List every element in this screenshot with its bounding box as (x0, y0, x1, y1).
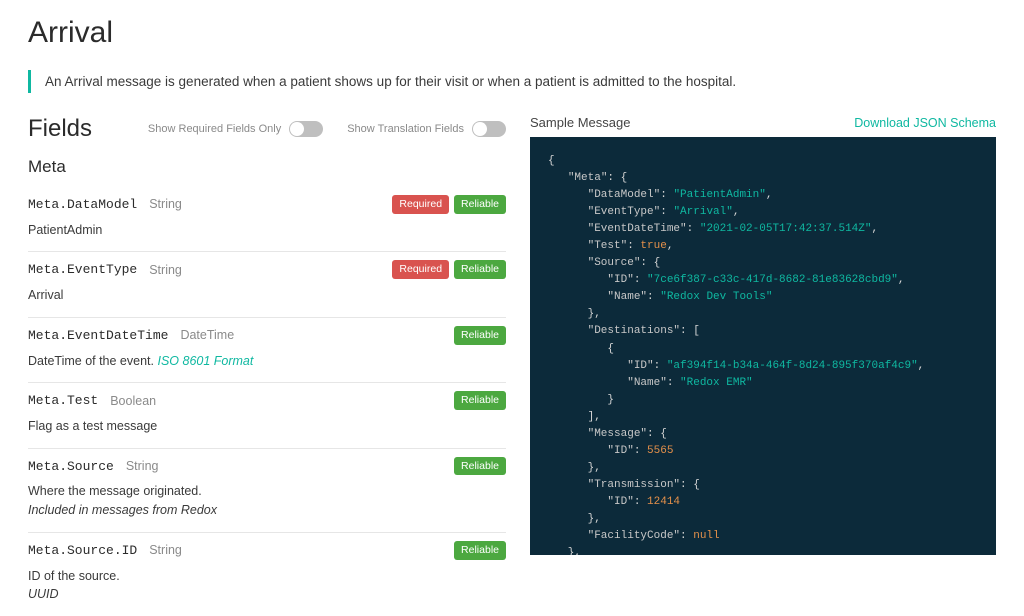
iso8601-link[interactable]: ISO 8601 Format (157, 354, 253, 368)
field-row: Meta.Test Boolean Reliable Flag as a tes… (28, 383, 506, 448)
field-type: String (149, 197, 182, 211)
field-name: Meta.Source (28, 459, 114, 474)
field-type: Boolean (110, 394, 156, 408)
reliable-badge: Reliable (454, 326, 506, 345)
field-description: DateTime of the event. ISO 8601 Format (28, 352, 506, 371)
field-type: String (126, 459, 159, 473)
field-description: Arrival (28, 286, 506, 305)
page-title: Arrival (28, 16, 996, 50)
field-description: ID of the source. UUID (28, 567, 506, 605)
field-name: Meta.DataModel (28, 197, 137, 212)
field-name: Meta.EventType (28, 262, 137, 277)
reliable-badge: Reliable (454, 457, 506, 476)
field-row: Meta.EventDateTime DateTime Reliable Dat… (28, 318, 506, 383)
field-name: Meta.Test (28, 393, 98, 408)
reliable-badge: Reliable (454, 195, 506, 214)
download-json-schema-link[interactable]: Download JSON Schema (854, 116, 996, 130)
section-heading-meta: Meta (28, 157, 506, 177)
field-row: Meta.DataModel String Required Reliable … (28, 187, 506, 252)
field-description: PatientAdmin (28, 221, 506, 240)
reliable-badge: Reliable (454, 541, 506, 560)
field-type: String (149, 543, 182, 557)
field-row: Meta.Source String Reliable Where the me… (28, 449, 506, 533)
required-fields-toggle[interactable] (289, 121, 323, 137)
field-description: Where the message originated. Included i… (28, 482, 506, 520)
field-name: Meta.Source.ID (28, 543, 137, 558)
field-name: Meta.EventDateTime (28, 328, 168, 343)
intro-callout: An Arrival message is generated when a p… (28, 70, 996, 93)
field-type: DateTime (180, 328, 234, 342)
field-description: Flag as a test message (28, 417, 506, 436)
reliable-badge: Reliable (454, 391, 506, 410)
field-row: Meta.EventType String Required Reliable … (28, 252, 506, 317)
sample-json-code: { "Meta": { "DataModel": "PatientAdmin",… (530, 137, 996, 555)
reliable-badge: Reliable (454, 260, 506, 279)
field-row: Meta.Source.ID String Reliable ID of the… (28, 533, 506, 616)
fields-heading: Fields (28, 115, 92, 143)
field-type: String (149, 263, 182, 277)
translation-fields-toggle[interactable] (472, 121, 506, 137)
required-badge: Required (392, 260, 449, 279)
required-fields-toggle-group: Show Required Fields Only (148, 121, 323, 137)
sample-message-heading: Sample Message (530, 115, 630, 130)
translation-toggle-label: Show Translation Fields (347, 123, 464, 135)
required-toggle-label: Show Required Fields Only (148, 123, 281, 135)
translation-fields-toggle-group: Show Translation Fields (347, 121, 506, 137)
required-badge: Required (392, 195, 449, 214)
